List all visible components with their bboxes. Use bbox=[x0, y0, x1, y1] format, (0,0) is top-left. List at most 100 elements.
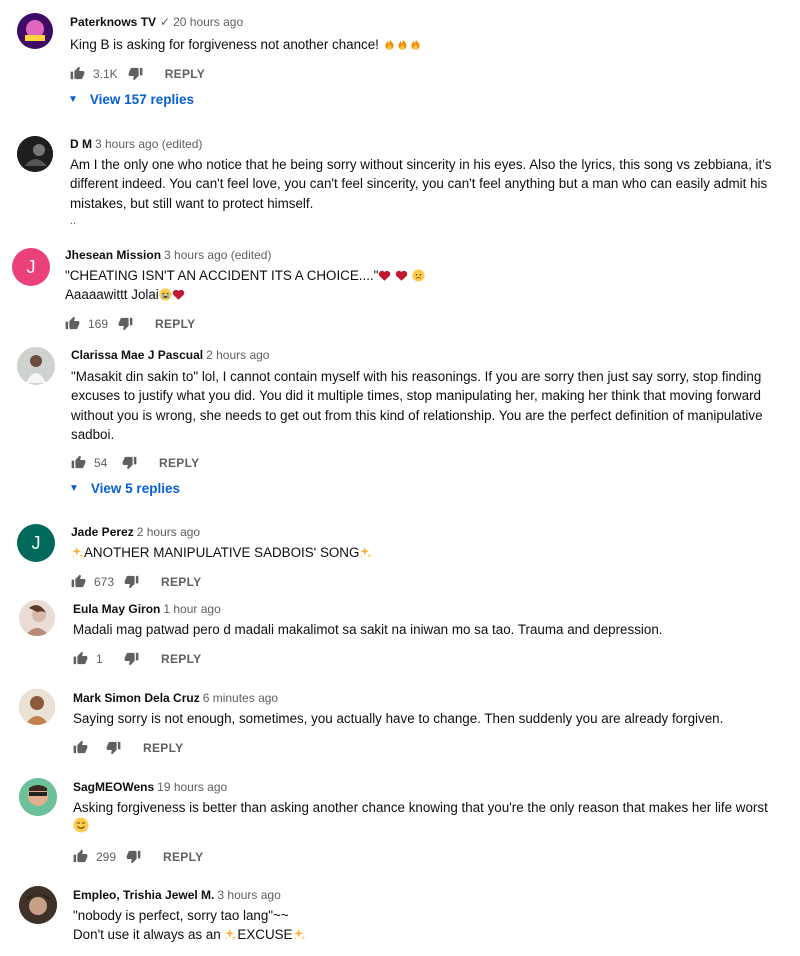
dislike-icon[interactable] bbox=[124, 651, 139, 666]
comment-actions: 299 REPLY bbox=[73, 849, 203, 864]
author-name[interactable]: Jhesean Mission bbox=[65, 248, 161, 262]
comment-time[interactable]: 2 hours ago bbox=[206, 348, 269, 362]
author-name[interactable]: Mark Simon Dela Cruz bbox=[73, 691, 200, 705]
author-name[interactable]: D M bbox=[70, 137, 92, 151]
comment-text: Am I the only one who notice that he bei… bbox=[70, 155, 771, 213]
comment-line: Asking forgiveness is better than asking… bbox=[73, 800, 768, 815]
read-more-ellipsis[interactable]: .. bbox=[70, 215, 76, 227]
comment-time[interactable]: 3 hours ago (edited) bbox=[95, 137, 202, 151]
comment-line: Don't use it always as an EXCUSE bbox=[73, 925, 306, 944]
comment-header: Jade Perez 2 hours ago bbox=[71, 525, 200, 539]
author-name[interactable]: Jade Perez bbox=[71, 525, 134, 539]
reply-button[interactable]: REPLY bbox=[163, 850, 203, 864]
reply-button[interactable]: REPLY bbox=[155, 317, 195, 331]
comment-line: Am I the only one who notice that he bei… bbox=[70, 157, 772, 172]
comment-time[interactable]: 3 hours ago (edited) bbox=[164, 248, 271, 262]
dislike-icon[interactable] bbox=[126, 849, 141, 864]
avatar[interactable] bbox=[19, 886, 57, 924]
avatar[interactable] bbox=[19, 600, 55, 636]
comment-time[interactable]: 3 hours ago bbox=[217, 888, 280, 902]
reply-button[interactable]: REPLY bbox=[161, 652, 201, 666]
like-count: 54 bbox=[94, 455, 108, 470]
avatar-image-icon bbox=[17, 13, 53, 49]
avatar-letter: J bbox=[31, 532, 41, 553]
comment-header: Mark Simon Dela Cruz 6 minutes ago bbox=[73, 691, 278, 705]
author-name[interactable]: Paterknows TV bbox=[70, 15, 156, 29]
comment-text: "Masakit din sakin to" lol, I cannot con… bbox=[71, 367, 763, 445]
verified-check-icon: ✓ bbox=[160, 15, 171, 29]
avatar-image-icon bbox=[17, 347, 55, 385]
comment-text: Madali mag patwad pero d madali makalimo… bbox=[73, 620, 663, 639]
avatar[interactable] bbox=[17, 347, 55, 385]
like-icon[interactable] bbox=[73, 849, 88, 864]
like-icon[interactable] bbox=[73, 651, 88, 666]
comment-time[interactable]: 6 minutes ago bbox=[203, 691, 278, 705]
comment-header: Paterknows TV ✓ 20 hours ago bbox=[70, 15, 243, 29]
dislike-icon[interactable] bbox=[128, 66, 143, 81]
comment-time[interactable]: 19 hours ago bbox=[157, 780, 227, 794]
comment-text: ANOTHER MANIPULATIVE SADBOIS' SONG bbox=[71, 543, 372, 562]
dislike-icon[interactable] bbox=[122, 455, 137, 470]
reply-button[interactable]: REPLY bbox=[161, 575, 201, 589]
avatar[interactable]: J bbox=[12, 248, 50, 286]
avatar-image-icon bbox=[19, 778, 57, 816]
author-name[interactable]: Clarissa Mae J Pascual bbox=[71, 348, 203, 362]
like-icon[interactable] bbox=[71, 455, 86, 470]
chevron-down-icon: ▼ bbox=[69, 483, 79, 494]
reply-button[interactable]: REPLY bbox=[159, 456, 199, 470]
like-icon[interactable] bbox=[73, 740, 88, 755]
like-count: 673 bbox=[94, 574, 115, 589]
comment-time[interactable]: 20 hours ago bbox=[173, 15, 243, 29]
comment-line: mistakes, but still want to protect hims… bbox=[70, 195, 314, 211]
avatar[interactable]: J bbox=[17, 524, 55, 562]
chevron-down-icon: ▼ bbox=[68, 94, 78, 105]
comment-text: King B is asking for forgiveness not ano… bbox=[70, 35, 422, 54]
comment-header: Jhesean Mission 3 hours ago (edited) bbox=[65, 248, 271, 262]
comment-line: different indeed. You can't feel love, y… bbox=[70, 176, 768, 192]
comment-header: SagMEOWens 19 hours ago bbox=[73, 780, 227, 794]
dislike-icon[interactable] bbox=[124, 574, 139, 589]
comment-header: Empleo, Trishia Jewel M. 3 hours ago bbox=[73, 888, 281, 902]
smiling-face-emoji-icon bbox=[73, 817, 89, 833]
comment-time[interactable]: 2 hours ago bbox=[137, 525, 200, 539]
avatar[interactable] bbox=[17, 13, 53, 49]
avatar-letter: J bbox=[26, 256, 36, 277]
view-replies-button[interactable]: ▼ View 5 replies bbox=[69, 481, 180, 496]
sparkles-emoji-icon bbox=[359, 546, 372, 559]
like-icon[interactable] bbox=[71, 574, 86, 589]
comment-text: "CHEATING ISN'T AN ACCIDENT ITS A CHOICE… bbox=[65, 266, 425, 305]
heart-emoji-icon bbox=[378, 269, 391, 282]
like-icon[interactable] bbox=[65, 316, 80, 331]
dislike-icon[interactable] bbox=[118, 316, 133, 331]
comment-text: "nobody is perfect, sorry tao lang"~~ Do… bbox=[73, 906, 306, 945]
author-name[interactable]: Eula May Giron bbox=[73, 602, 160, 616]
avatar[interactable] bbox=[17, 136, 53, 172]
sparkles-emoji-icon bbox=[293, 928, 306, 941]
heart-emoji-icon bbox=[172, 288, 185, 301]
fire-emoji-icon bbox=[409, 38, 422, 51]
dislike-icon[interactable] bbox=[106, 740, 121, 755]
reply-button[interactable]: REPLY bbox=[143, 741, 183, 755]
author-name[interactable]: SagMEOWens bbox=[73, 780, 154, 794]
view-replies-button[interactable]: ▼ View 157 replies bbox=[68, 92, 194, 107]
comment-line: Madali mag patwad pero d madali makalimo… bbox=[73, 622, 663, 637]
view-replies-label: View 5 replies bbox=[90, 481, 180, 496]
avatar-image-icon bbox=[19, 689, 55, 725]
comment-actions: 673 REPLY bbox=[71, 574, 201, 589]
comment-header: D M3 hours ago (edited) bbox=[70, 137, 202, 151]
reply-button[interactable]: REPLY bbox=[165, 67, 205, 81]
comment-actions: 1 REPLY bbox=[73, 651, 201, 666]
like-icon[interactable] bbox=[70, 66, 85, 81]
author-name[interactable]: Empleo, Trishia Jewel M. bbox=[73, 888, 214, 902]
comment-line: sadboi. bbox=[71, 427, 115, 443]
avatar[interactable] bbox=[19, 689, 55, 725]
like-count: 169 bbox=[88, 316, 109, 331]
comment-actions: 169 REPLY bbox=[65, 316, 195, 331]
comment-line: King B is asking for forgiveness not ano… bbox=[70, 37, 383, 52]
avatar[interactable] bbox=[19, 778, 57, 816]
comment-time[interactable]: 1 hour ago bbox=[163, 602, 220, 616]
view-replies-label: View 157 replies bbox=[89, 92, 194, 107]
sad-face-emoji-icon bbox=[412, 269, 425, 282]
heart-emoji-icon bbox=[395, 269, 408, 282]
avatar-image-icon bbox=[19, 600, 55, 636]
